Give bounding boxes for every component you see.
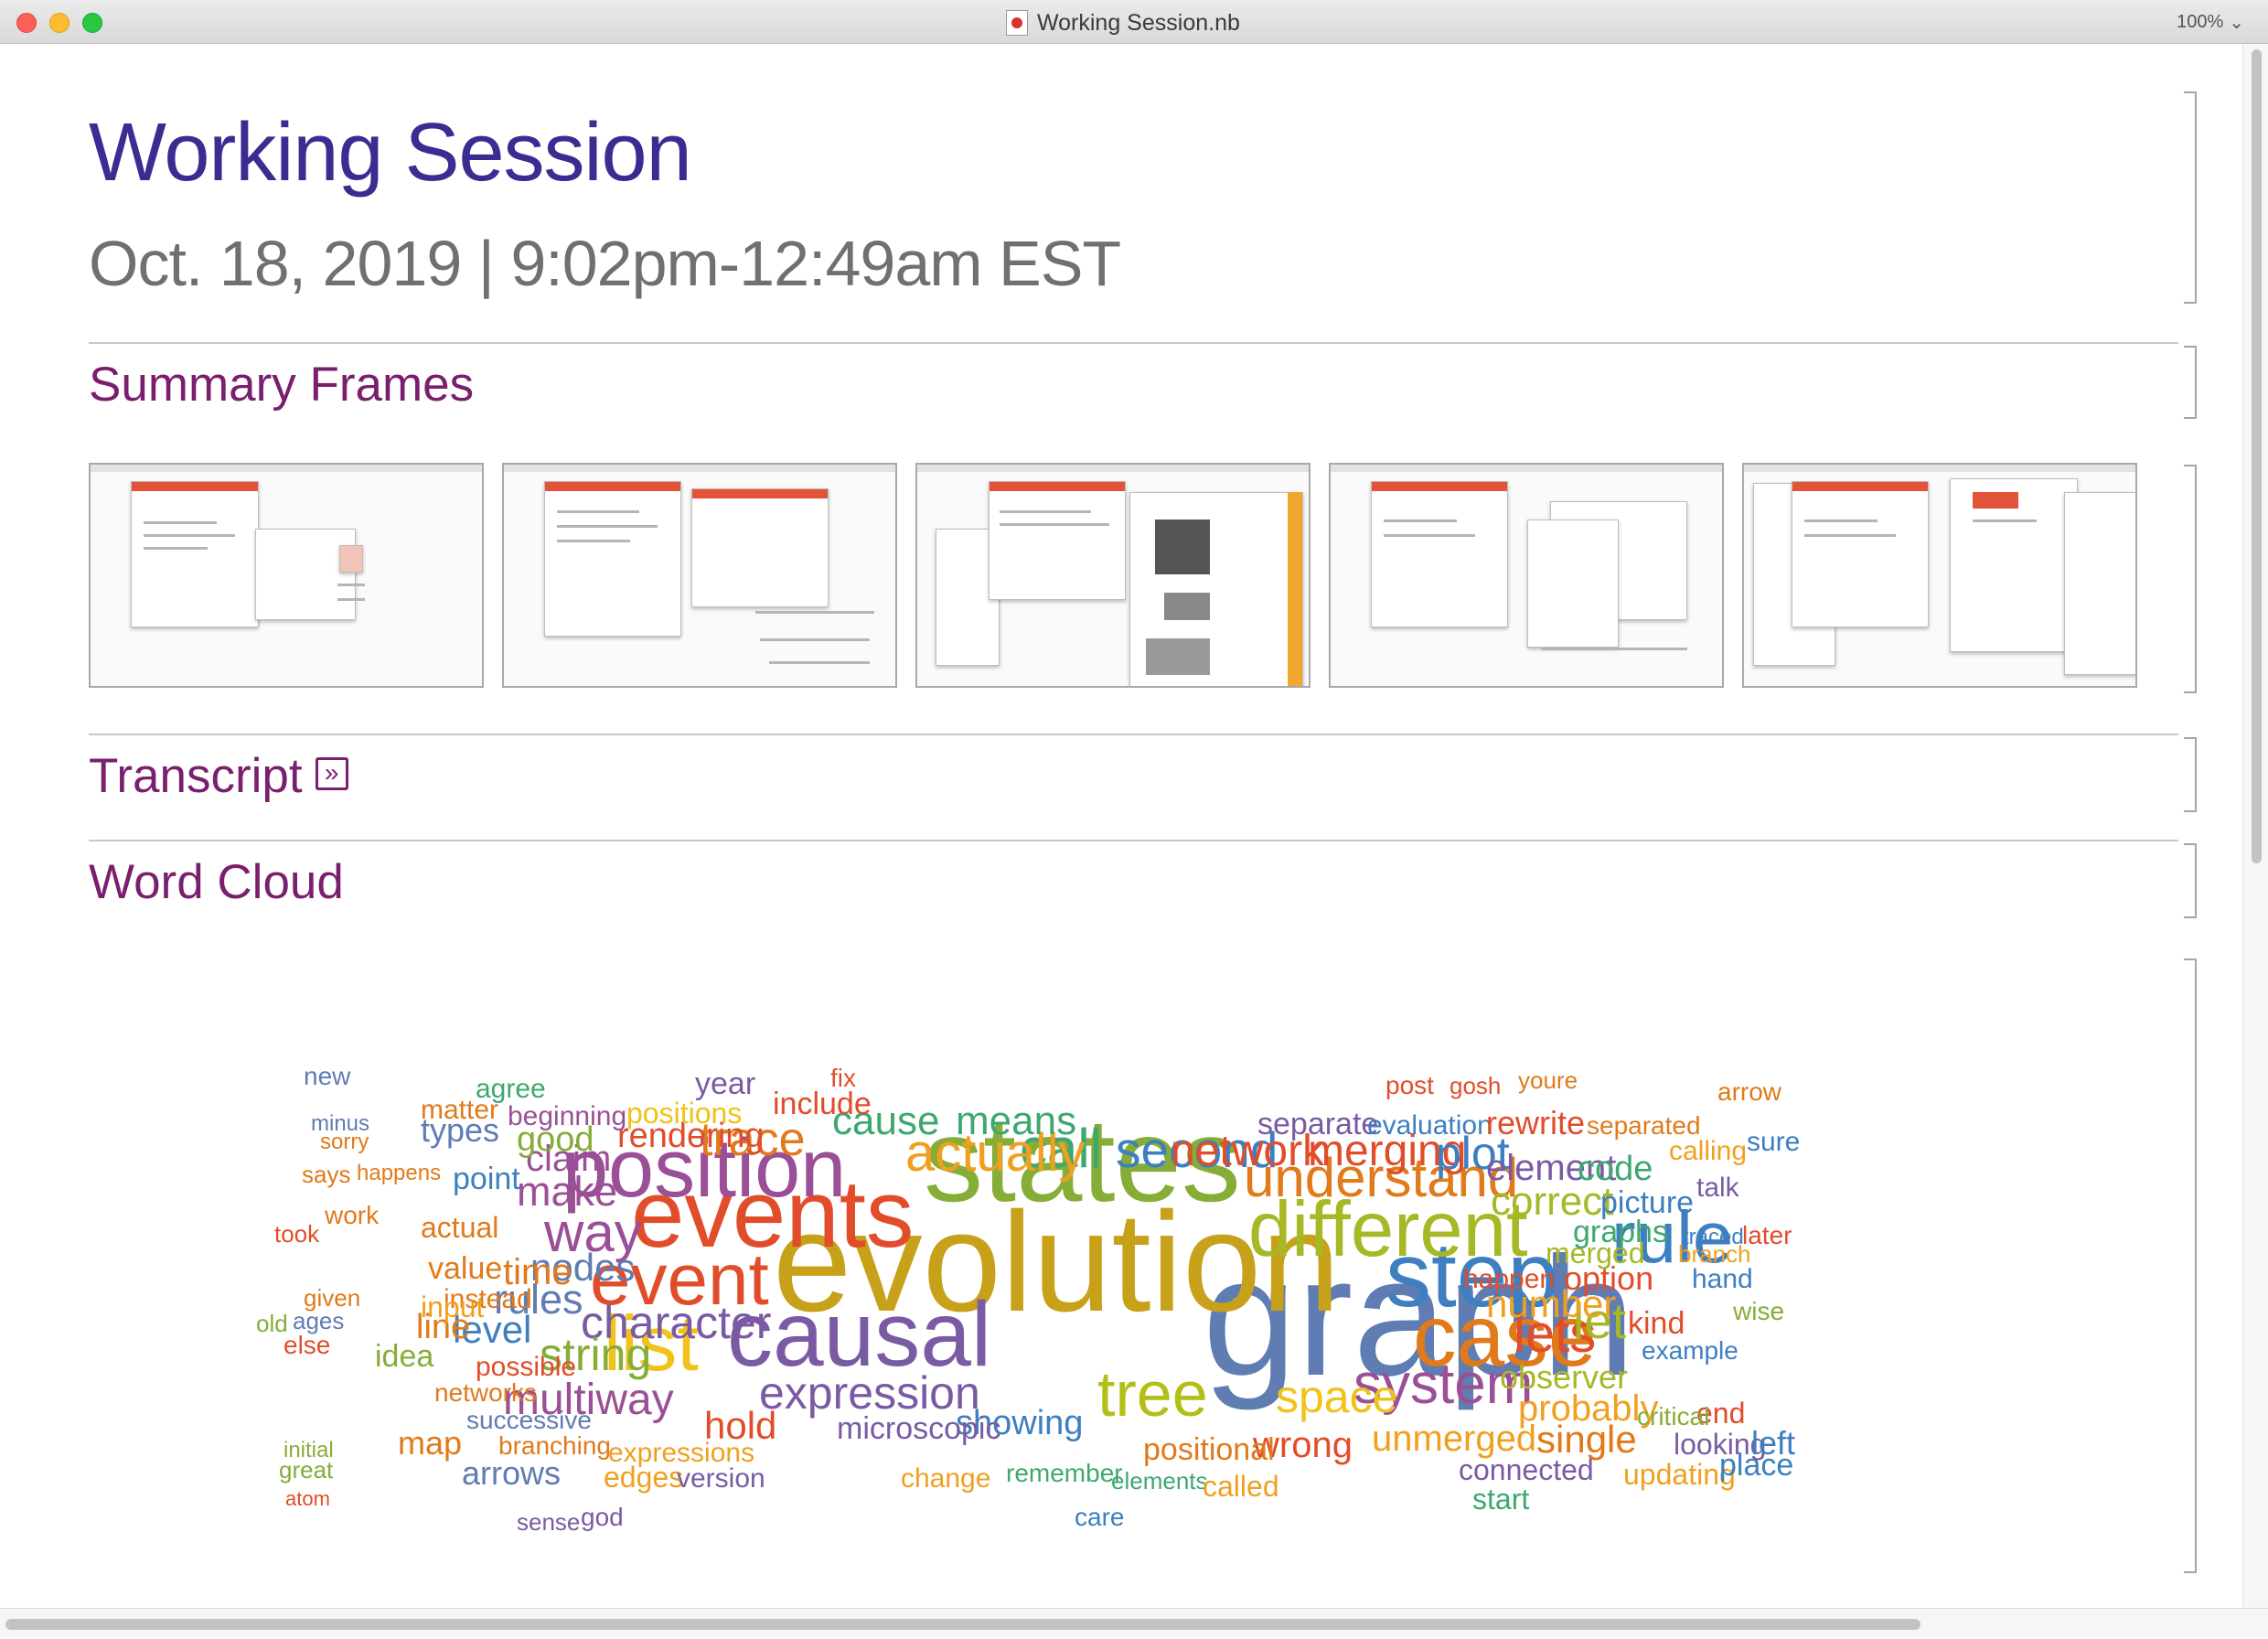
session-date-time: Oct. 18, 2019 | 9:02pm-12:49am EST xyxy=(89,228,1121,299)
summary-frame-thumbnail[interactable] xyxy=(1742,463,2137,688)
word-cloud-word: map xyxy=(398,1424,462,1462)
summary-frame-thumbnail[interactable] xyxy=(89,463,484,688)
word-cloud-word: critical xyxy=(1637,1402,1709,1430)
word-cloud-word: happens xyxy=(357,1161,441,1185)
word-cloud-word: says xyxy=(302,1161,350,1188)
word-cloud-word: initial xyxy=(284,1438,334,1462)
section-divider xyxy=(89,734,2178,735)
word-cloud-word: positional xyxy=(1143,1432,1275,1467)
cell-bracket[interactable] xyxy=(2184,737,2197,812)
zoom-selector[interactable]: 100% ⌄ xyxy=(2177,11,2244,34)
word-cloud-word: sense xyxy=(517,1508,580,1536)
word-cloud-word: youre xyxy=(1518,1066,1578,1094)
word-cloud-word: connected xyxy=(1459,1453,1594,1486)
word-cloud-word: wise xyxy=(1732,1297,1784,1325)
word-cloud-word: else xyxy=(284,1331,330,1359)
word-cloud-word: arrow xyxy=(1717,1077,1782,1106)
section-summary-frames: Summary Frames xyxy=(89,358,475,412)
word-cloud-word: space xyxy=(1276,1371,1397,1422)
word-cloud-word: beginning xyxy=(508,1101,626,1131)
zoom-level: 100% xyxy=(2177,12,2224,32)
word-cloud-word: hand xyxy=(1692,1264,1753,1294)
word-cloud-word: sure xyxy=(1747,1127,1800,1157)
section-transcript-label: Transcript xyxy=(89,749,303,803)
word-cloud-word: edges xyxy=(604,1461,683,1494)
word-cloud-word: microscopic xyxy=(837,1411,1000,1446)
word-cloud-word: point xyxy=(453,1162,520,1196)
word-cloud-word: agree xyxy=(476,1074,546,1104)
word-cloud-word: example xyxy=(1642,1336,1738,1365)
summary-frames-row xyxy=(89,463,2137,688)
word-cloud-word: fix xyxy=(830,1064,856,1092)
open-transcript-button[interactable]: » xyxy=(315,757,348,790)
word-cloud-word: rewrite xyxy=(1486,1104,1585,1141)
word-cloud-word: left xyxy=(1751,1424,1795,1462)
word-cloud-word: post xyxy=(1385,1071,1434,1099)
word-cloud-word: new xyxy=(304,1062,351,1090)
summary-frame-thumbnail[interactable] xyxy=(1329,463,1724,688)
word-cloud-word: talk xyxy=(1696,1173,1740,1203)
word-cloud-word: atom xyxy=(285,1487,330,1510)
word-cloud-word: successive xyxy=(466,1406,592,1434)
page-title: Working Session xyxy=(89,107,692,198)
cell-bracket[interactable] xyxy=(2184,91,2197,304)
section-divider xyxy=(89,840,2178,841)
window-titlebar: Working Session.nb 100% ⌄ xyxy=(0,0,2268,44)
word-cloud-word: arrows xyxy=(462,1454,561,1492)
section-word-cloud: Word Cloud xyxy=(89,855,344,909)
cell-bracket[interactable] xyxy=(2184,346,2197,419)
notebook-document-icon xyxy=(1006,10,1028,36)
horizontal-scroll-thumb[interactable] xyxy=(5,1619,1920,1630)
word-cloud-word: include xyxy=(773,1087,872,1121)
section-transcript[interactable]: Transcript » xyxy=(89,748,348,804)
word-cloud-word: traced xyxy=(1683,1225,1744,1249)
window-title: Working Session.nb xyxy=(1006,9,1240,37)
word-cloud-word: called xyxy=(1203,1470,1279,1503)
word-cloud-word: separate xyxy=(1257,1107,1378,1141)
word-cloud-word: remember xyxy=(1006,1459,1123,1487)
word-cloud-word: version xyxy=(677,1463,765,1494)
word-cloud-word: minus xyxy=(311,1111,369,1136)
word-cloud-word: calling xyxy=(1669,1136,1747,1166)
word-cloud-word: elements xyxy=(1111,1467,1208,1494)
horizontal-scrollbar[interactable] xyxy=(0,1608,2268,1639)
summary-frame-thumbnail[interactable] xyxy=(915,463,1311,688)
word-cloud-word: gosh xyxy=(1450,1072,1501,1099)
vertical-scroll-thumb[interactable] xyxy=(2252,49,2262,863)
word-cloud-word: evaluation xyxy=(1367,1110,1492,1141)
zoom-window-button[interactable] xyxy=(82,13,102,33)
word-cloud-word: god xyxy=(581,1503,624,1531)
cell-bracket[interactable] xyxy=(2184,465,2197,693)
section-divider xyxy=(89,342,2178,344)
cell-bracket[interactable] xyxy=(2184,959,2197,1573)
word-cloud-word: happen xyxy=(1463,1264,1555,1294)
word-cloud-word: value xyxy=(428,1251,502,1286)
word-cloud-word: input xyxy=(421,1291,485,1323)
word-cloud-word: change xyxy=(901,1463,990,1494)
word-cloud-word: positions xyxy=(626,1097,742,1130)
word-cloud-word: picture xyxy=(1600,1185,1694,1220)
word-cloud-word: idea xyxy=(375,1339,433,1374)
word-cloud-image: graphevolutionstateseventspositioncausal… xyxy=(256,1062,1800,1536)
word-cloud-word: start xyxy=(1472,1483,1529,1516)
word-cloud-word: work xyxy=(324,1201,380,1229)
notebook-content: Working Session Oct. 18, 2019 | 9:02pm-1… xyxy=(0,44,2242,1608)
chevron-down-icon: ⌄ xyxy=(2229,13,2244,33)
cell-bracket[interactable] xyxy=(2184,843,2197,918)
word-cloud-word: tree xyxy=(1097,1358,1208,1430)
word-cloud-word: care xyxy=(1075,1503,1124,1531)
word-cloud-word: took xyxy=(274,1220,320,1248)
word-cloud-word: networks xyxy=(434,1378,537,1407)
minimize-window-button[interactable] xyxy=(49,13,70,33)
summary-frame-thumbnail[interactable] xyxy=(502,463,897,688)
window-title-text: Working Session.nb xyxy=(1037,9,1240,36)
close-window-button[interactable] xyxy=(16,13,37,33)
word-cloud-word: later xyxy=(1742,1221,1792,1249)
word-cloud-word: actual xyxy=(421,1211,498,1244)
vertical-scrollbar[interactable] xyxy=(2242,44,2268,1608)
word-cloud-word: code xyxy=(1578,1150,1653,1188)
word-cloud-word: means xyxy=(956,1098,1076,1143)
